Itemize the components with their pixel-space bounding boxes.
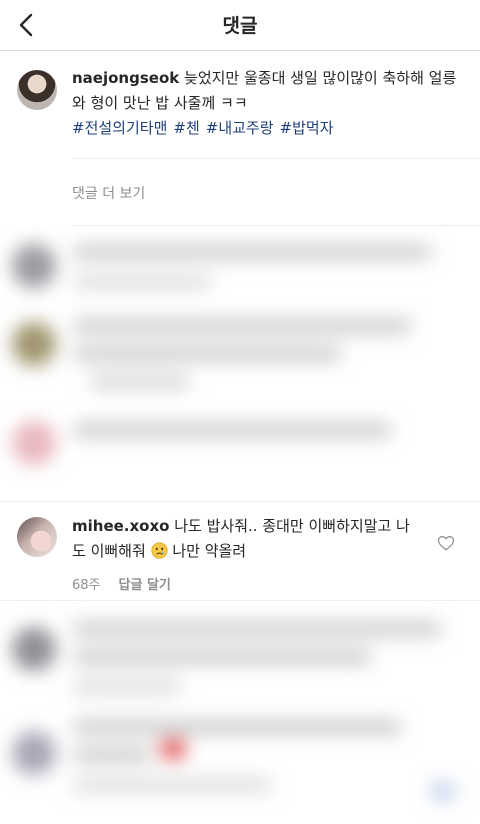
blurred-comments	[0, 226, 480, 501]
comment-item: mihee.xoxo 나도 밥사줘.. 종대만 이뻐하지말고 나도 이뻐해줘 나…	[0, 502, 480, 597]
avatar[interactable]	[17, 517, 57, 557]
view-more-comments-link[interactable]: 댓글 더 보기	[72, 183, 145, 203]
hashtag[interactable]: #첸	[173, 119, 199, 137]
heart-icon[interactable]	[437, 534, 455, 552]
comment-body: mihee.xoxo 나도 밥사줘.. 종대만 이뻐하지말고 나도 이뻐해줘 나…	[72, 514, 422, 564]
hashtag[interactable]: #전설의기타맨	[72, 119, 167, 137]
comment-meta: 68주 답글 달기	[72, 574, 189, 593]
comment-username[interactable]: mihee.xoxo	[72, 517, 169, 535]
reply-button[interactable]: 답글 달기	[119, 578, 171, 593]
comment-time: 68주	[72, 578, 101, 593]
divider	[72, 158, 480, 159]
top-bar: 댓글	[0, 0, 480, 51]
avatar[interactable]	[17, 70, 57, 110]
comment-text-end: 나만 약올려	[172, 542, 247, 560]
blurred-comments	[0, 601, 480, 824]
hashtag-list: #전설의기타맨 #첸 #내교주랑 #밥먹자	[72, 119, 340, 137]
crying-face-icon	[150, 542, 168, 559]
caption-body: naejongseok 늦었지만 울종대 생일 많이많이 축하해 얼릉와 형이 …	[72, 66, 467, 141]
hashtag[interactable]: #밥먹자	[280, 119, 334, 137]
caption-username[interactable]: naejongseok	[72, 69, 179, 87]
hashtag[interactable]: #내교주랑	[206, 119, 274, 137]
page-title: 댓글	[222, 15, 258, 37]
